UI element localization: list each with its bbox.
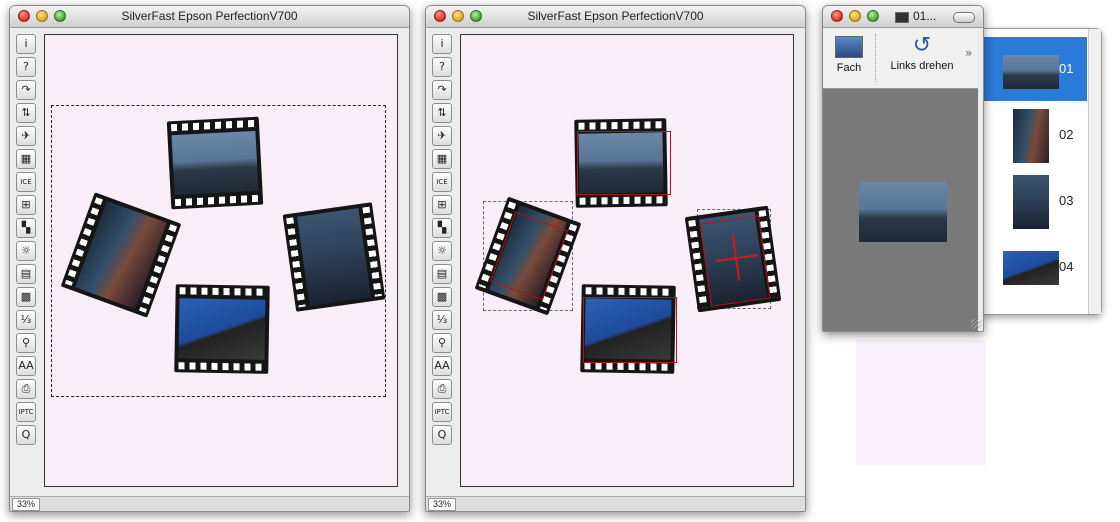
perforation: [578, 121, 663, 130]
list-item[interactable]: 04: [981, 235, 1087, 299]
toolbar-toggle-button[interactable]: [953, 12, 975, 23]
fach-button[interactable]: Fach: [827, 36, 871, 74]
rotate-left-label: Links drehen: [890, 60, 954, 72]
grid-button[interactable]: ▤: [432, 264, 452, 284]
info-button[interactable]: i: [432, 34, 452, 54]
window-right: SilverFast Epson PerfectionV700 i? ↷ ⇅ ✈ ▦ IC…: [425, 5, 806, 512]
minimize-button[interactable]: [849, 10, 861, 22]
rotate-button[interactable]: ↷: [432, 80, 452, 100]
resize-grip[interactable]: [971, 319, 981, 329]
frame-thumbnail: [1003, 251, 1059, 285]
negfix-button[interactable]: ⊞: [16, 195, 36, 215]
palette-button[interactable]: ▩: [16, 287, 36, 307]
frame-thumbnail: [1013, 175, 1049, 229]
sun-button[interactable]: ☼: [16, 241, 36, 261]
document-icon: [895, 12, 909, 23]
frame-label: 03: [1059, 193, 1074, 208]
titlebar: SilverFast Epson PerfectionV700: [426, 6, 805, 28]
color-button[interactable]: ▚: [432, 218, 452, 238]
perforation: [174, 194, 260, 207]
frame-preview-area: [823, 89, 978, 331]
ruler-button[interactable]: ⅓: [16, 310, 36, 330]
grain-button[interactable]: ▦: [432, 149, 452, 169]
stamp-button[interactable]: ⚲: [432, 333, 452, 353]
frame-panel: 01... Fach ↺ Links drehen »: [822, 5, 984, 332]
toolbar-separator: [875, 34, 876, 82]
negfix-button[interactable]: ⊞: [432, 195, 452, 215]
print-button[interactable]: ⎙: [16, 379, 36, 399]
photo: [171, 130, 259, 196]
perforation: [579, 196, 664, 205]
selection-frame[interactable]: [577, 131, 671, 195]
zoom-button[interactable]: [867, 10, 879, 22]
photo: [297, 208, 371, 306]
panel-title: 01...: [913, 9, 937, 23]
frame-thumbnail: [1013, 109, 1049, 163]
status-bar: 33%: [10, 496, 409, 511]
overflow-chevron-icon[interactable]: »: [965, 46, 972, 60]
quicktime-button[interactable]: Q: [16, 425, 36, 445]
print-button[interactable]: ⎙: [432, 379, 452, 399]
photo-icon: [835, 36, 863, 58]
perforation: [585, 287, 672, 296]
frame-label: 01: [1059, 61, 1074, 76]
perforation: [178, 362, 265, 371]
list-item[interactable]: 01: [981, 37, 1087, 101]
status-bar: 33%: [426, 496, 805, 511]
sun-button[interactable]: ☼: [432, 241, 452, 261]
mirror-button[interactable]: ⇅: [432, 103, 452, 123]
frame-label: 04: [1059, 259, 1074, 274]
palette-button[interactable]: ▩: [432, 287, 452, 307]
film-strip[interactable]: [282, 202, 386, 312]
list-item[interactable]: 03: [981, 169, 1087, 233]
rotate-button[interactable]: ↷: [16, 80, 36, 100]
frame-thumbnail: [1003, 55, 1059, 89]
zoom-level[interactable]: 33%: [12, 498, 41, 511]
prescan-canvas[interactable]: [44, 34, 398, 487]
window-left: SilverFast Epson PerfectionV700 i? ↷ ⇅ ✈ ▦ IC…: [9, 5, 410, 512]
panel-toolbar: Fach ↺ Links drehen »: [823, 28, 978, 89]
text-button[interactable]: AA: [16, 356, 36, 376]
film-strip[interactable]: [174, 284, 270, 374]
color-button[interactable]: ▚: [16, 218, 36, 238]
photo: [178, 298, 266, 360]
ruler-button[interactable]: ⅓: [432, 310, 452, 330]
text-button[interactable]: AA: [432, 356, 452, 376]
frame-preview: [859, 182, 947, 242]
selection-frame[interactable]: [583, 297, 677, 363]
window-title: SilverFast Epson PerfectionV700: [527, 9, 704, 23]
prescan-canvas[interactable]: [460, 34, 794, 487]
grid-button[interactable]: ▤: [16, 264, 36, 284]
perforation: [170, 119, 256, 132]
grain-button[interactable]: ▦: [16, 149, 36, 169]
titlebar: 01...: [823, 6, 983, 28]
mirror-button[interactable]: ⇅: [16, 103, 36, 123]
frame-label: 02: [1059, 127, 1074, 142]
window-title: SilverFast Epson PerfectionV700: [121, 9, 298, 23]
rotate-left-button[interactable]: ↺ Links drehen: [883, 33, 961, 73]
frame-list: 01 02 03 04: [980, 28, 1102, 315]
list-scrollbar[interactable]: [1088, 29, 1101, 314]
quicktime-button[interactable]: Q: [432, 425, 452, 445]
iptc-button[interactable]: IPTC: [16, 402, 36, 422]
background-area: [856, 340, 986, 465]
zoom-level[interactable]: 33%: [428, 498, 457, 511]
rotate-left-icon: ↺: [912, 33, 932, 58]
airplane-icon-button[interactable]: ✈: [432, 126, 452, 146]
iptc-button[interactable]: IPTC: [432, 402, 452, 422]
perforation: [584, 362, 671, 371]
ice-button[interactable]: ICE: [16, 172, 36, 192]
airplane-icon-button[interactable]: ✈: [16, 126, 36, 146]
film-strip[interactable]: [166, 116, 264, 210]
fach-label: Fach: [836, 62, 862, 74]
help-button[interactable]: ?: [432, 57, 452, 77]
list-item[interactable]: 02: [981, 103, 1087, 167]
titlebar: SilverFast Epson PerfectionV700: [10, 6, 409, 28]
close-button[interactable]: [831, 10, 843, 22]
stamp-button[interactable]: ⚲: [16, 333, 36, 353]
info-button[interactable]: i: [16, 34, 36, 54]
help-button[interactable]: ?: [16, 57, 36, 77]
perforation: [179, 287, 266, 296]
ice-button[interactable]: ICE: [432, 172, 452, 192]
